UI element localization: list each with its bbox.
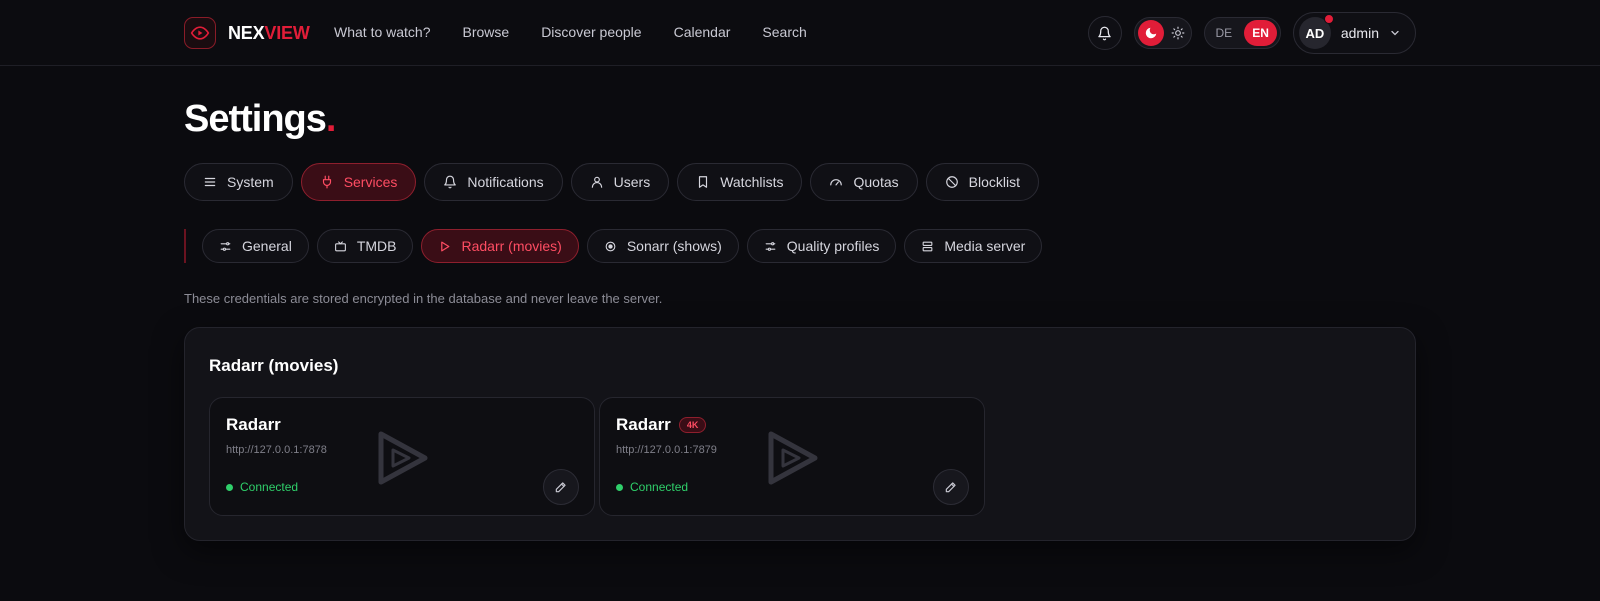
sliders-icon [765,241,776,251]
subtab-label: Quality profiles [786,238,880,254]
credentials-hint: These credentials are stored encrypted i… [184,291,663,306]
user-icon [591,176,602,188]
subtab-label: Sonarr (shows) [626,238,722,254]
main-nav: What to watch? Browse Discover people Ca… [334,24,807,40]
tab-notifications[interactable]: Notifications [424,163,563,201]
theme-toggle[interactable] [1133,17,1192,49]
lang-en[interactable]: EN [1244,20,1277,46]
subtab-sonarr[interactable]: Sonarr (shows) [586,229,739,263]
subtab-label: General [242,238,292,254]
nav-browse[interactable]: Browse [463,24,510,40]
tab-label: Services [343,174,398,190]
tab-label: Users [613,174,651,190]
brand-name: NEXVIEW [228,22,310,43]
top-bar: NEXVIEW What to watch? Browse Discover p… [0,0,1600,66]
tab-quotas[interactable]: Quotas [810,163,918,201]
subtab-label: Media server [944,238,1026,254]
edit-button[interactable] [543,469,579,505]
subtab-general[interactable]: General [202,229,309,263]
notifications-button[interactable] [1087,16,1122,50]
gauge-icon [830,179,843,186]
subtab-tmdb[interactable]: TMDB [316,229,414,263]
pencil-icon [555,482,566,493]
tv-icon [334,240,346,251]
notification-dot [1323,14,1334,24]
service-url: http://127.0.0.1:7878 [226,444,327,456]
tab-services[interactable]: Services [300,163,417,201]
avatar: AD [1298,14,1334,49]
tab-watchlists[interactable]: Watchlists [677,163,803,201]
service-card-radarr-4k[interactable]: Radarr 4K http://127.0.0.1:7879 Connected [599,397,985,516]
subtab-radarr[interactable]: Radarr (movies) [421,229,579,263]
settings-tabs: System Services Notifications Users Watc… [184,163,1039,201]
user-menu[interactable]: AD admin [1292,12,1416,54]
tab-label: Quotas [853,174,899,190]
status-badge: Connected [616,480,688,494]
service-card-radarr[interactable]: Radarr http://127.0.0.1:7878 Connected [209,397,595,516]
menu-icon [204,177,216,187]
moon-icon [1145,27,1156,39]
bookmark-icon [699,176,708,188]
service-url: http://127.0.0.1:7879 [616,444,717,456]
tab-users[interactable]: Users [570,163,670,201]
page-title: Settings. [184,98,336,140]
pencil-icon [945,482,956,493]
tab-label: System [227,174,274,190]
section-title: Radarr (movies) [209,356,339,375]
status-dot [226,483,233,491]
tab-label: Watchlists [720,174,784,190]
bell-icon [1098,26,1111,40]
logo[interactable]: NEXVIEW [184,17,310,49]
tab-label: Notifications [467,174,544,190]
edit-button[interactable] [933,469,969,505]
user-name: admin [1340,25,1379,41]
avatar-initials: AD [1305,25,1325,41]
nav-search[interactable]: Search [762,24,806,40]
language-switch: DE EN [1203,17,1281,49]
tab-label: Blocklist [968,174,1020,190]
nav-discover-people[interactable]: Discover people [541,24,641,40]
record-icon [605,241,616,251]
sliders-icon [220,241,231,251]
4k-badge: 4K [678,417,707,433]
light-mode-option[interactable] [1168,20,1188,46]
sun-icon [1171,26,1184,40]
status-dot [616,483,623,491]
tab-blocklist[interactable]: Blocklist [925,163,1039,201]
play-watermark-icon [768,431,818,485]
nav-what-to-watch[interactable]: What to watch? [334,24,431,40]
subtab-label: Radarr (movies) [461,238,562,254]
eye-icon [184,17,216,49]
status-badge: Connected [226,480,298,494]
plug-icon [322,175,331,189]
nav-calendar[interactable]: Calendar [674,24,731,40]
tab-system[interactable]: System [184,163,293,201]
service-name: Radarr [226,415,281,434]
bell-icon [444,175,457,189]
header-actions: DE EN AD admin [1087,12,1416,54]
dark-mode-option[interactable] [1137,20,1164,46]
ban-icon [945,176,958,188]
lang-de[interactable]: DE [1208,20,1241,46]
services-subtabs: General TMDB Radarr (movies) Sonarr (sho… [184,229,1043,263]
server-icon [922,241,933,251]
radarr-section: Radarr (movies) Radarr http://127.0.0.1:… [184,327,1416,541]
subtab-quality-profiles[interactable]: Quality profiles [746,229,897,263]
subtab-label: TMDB [356,238,397,254]
play-watermark-icon [378,431,428,485]
subtab-media-server[interactable]: Media server [904,229,1043,263]
play-icon [441,241,450,251]
service-name: Radarr 4K [616,415,707,435]
chevron-down-icon [1391,30,1399,36]
